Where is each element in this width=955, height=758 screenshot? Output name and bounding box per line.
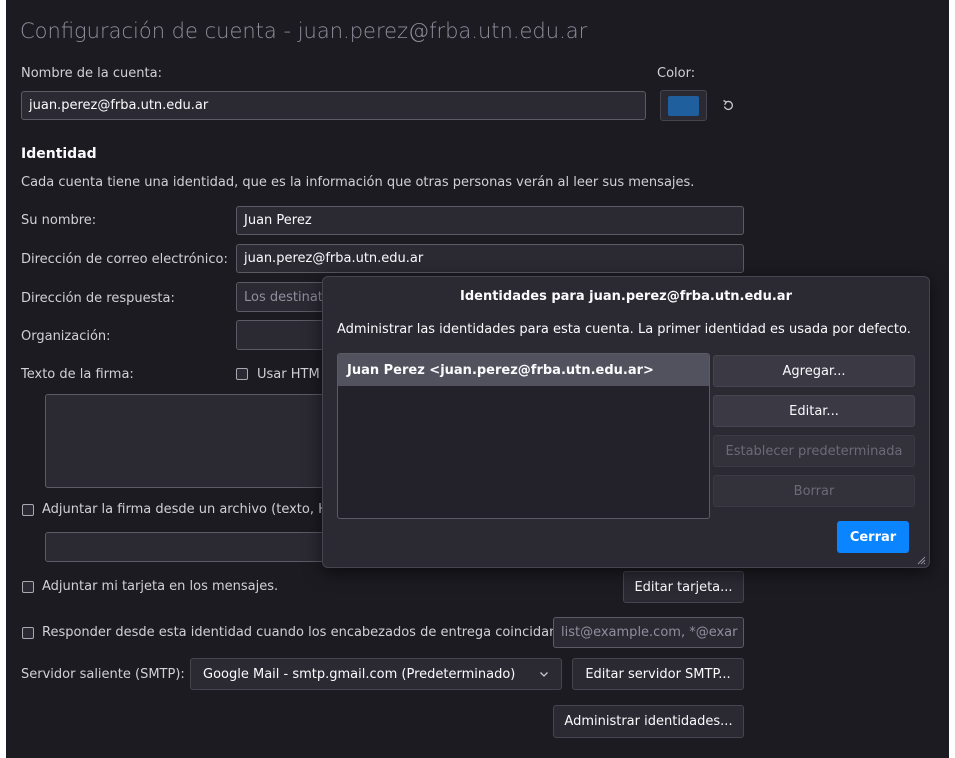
page-title: Configuración de cuenta - juan.perez@frb… [20, 19, 588, 43]
account-name-label: Nombre de la cuenta: [21, 66, 162, 81]
window-frame-right [949, 0, 955, 758]
set-default-button[interactable]: Establecer predeterminada [713, 435, 915, 467]
smtp-select[interactable]: Google Mail - smtp.gmail.com (Predetermi… [190, 658, 562, 690]
your-name-input[interactable]: Juan Perez [236, 206, 744, 235]
email-input[interactable]: juan.perez@frba.utn.edu.ar [236, 244, 744, 273]
use-html-label: Usar HTM [257, 367, 320, 382]
reply-from-label: Responder desde esta identidad cuando lo… [42, 625, 562, 640]
dialog-description: Administrar las identidades para esta cu… [337, 322, 911, 337]
chevron-down-icon [539, 668, 549, 678]
email-label: Dirección de correo electrónico: [21, 252, 228, 267]
attach-card-checkbox[interactable] [22, 581, 34, 593]
identities-list[interactable]: Juan Perez <juan.perez@frba.utn.edu.ar> [337, 353, 710, 519]
manage-identities-button[interactable]: Administrar identidades... [553, 705, 744, 738]
delete-identity-button[interactable]: Borrar [713, 475, 915, 507]
identity-description: Cada cuenta tiene una identidad, que es … [21, 175, 695, 190]
reply-to-label: Dirección de respuesta: [21, 291, 175, 306]
edit-identity-button[interactable]: Editar... [713, 395, 915, 427]
signature-file-input[interactable] [45, 532, 335, 562]
dialog-title: Identidades para juan.perez@frba.utn.edu… [460, 289, 792, 304]
reply-to-input[interactable]: Los destinat [236, 282, 326, 312]
your-name-label: Su nombre: [21, 213, 97, 228]
signature-label: Texto de la firma: [21, 367, 134, 382]
identity-heading: Identidad [21, 146, 97, 162]
use-html-checkbox[interactable] [236, 368, 248, 380]
resize-grip-icon[interactable] [916, 554, 926, 565]
window-frame-left [0, 0, 6, 758]
attach-signature-checkbox[interactable] [22, 504, 34, 516]
edit-smtp-button[interactable]: Editar servidor SMTP... [572, 658, 744, 690]
attach-card-label: Adjuntar mi tarjeta en los mensajes. [42, 579, 279, 594]
identities-dialog: Identidades para juan.perez@frba.utn.edu… [322, 276, 930, 568]
attach-signature-label: Adjuntar la firma desde un archivo (text… [42, 502, 328, 517]
color-label: Color: [657, 66, 696, 81]
smtp-select-value: Google Mail - smtp.gmail.com (Predetermi… [203, 666, 516, 682]
signature-textarea[interactable] [45, 394, 335, 488]
edit-card-button[interactable]: Editar tarjeta... [623, 571, 744, 603]
reply-from-checkbox[interactable] [22, 627, 34, 639]
add-identity-button[interactable]: Agregar... [713, 355, 915, 387]
identity-list-item[interactable]: Juan Perez <juan.perez@frba.utn.edu.ar> [338, 354, 709, 386]
color-picker-button[interactable] [660, 90, 707, 121]
organization-label: Organización: [21, 329, 111, 344]
smtp-label: Servidor saliente (SMTP): [21, 667, 185, 682]
reply-from-input[interactable]: list@example.com, *@exar [553, 617, 744, 648]
color-swatch [668, 95, 699, 116]
close-button[interactable]: Cerrar [837, 521, 909, 553]
undo-icon[interactable] [720, 97, 736, 113]
account-name-input[interactable]: juan.perez@frba.utn.edu.ar [21, 91, 646, 120]
organization-input[interactable] [236, 320, 326, 350]
